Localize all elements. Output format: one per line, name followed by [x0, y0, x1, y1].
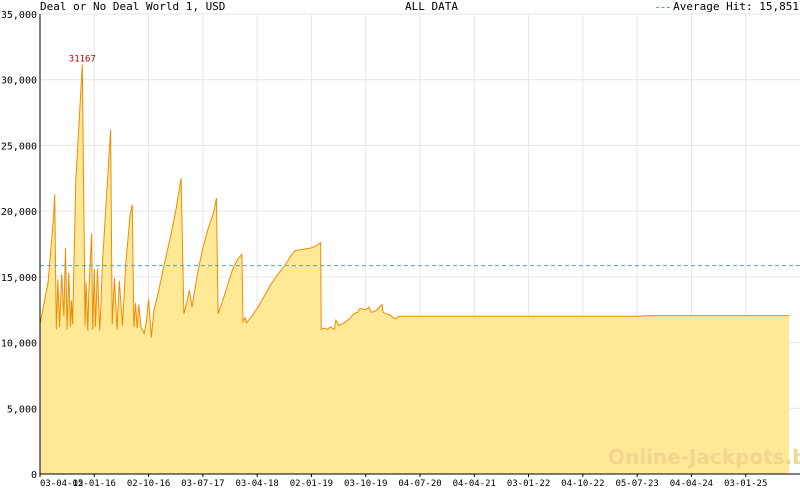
x-tick-label: 04-10-22 [561, 479, 604, 489]
x-tick-label: 02-01-16 [73, 479, 116, 489]
chart-svg: 0 5,000 10,000 15,000 20,000 25,000 30,000 35,0… [1, 10, 800, 489]
x-tick-label: 04-04-24 [670, 479, 713, 489]
x-tick-label: 03-04-18 [235, 479, 278, 489]
average-legend-swatch [656, 6, 671, 8]
average-legend-label: Average Hit: 15,851 [673, 0, 799, 13]
chart-title: Deal or No Deal World 1, USD [40, 0, 226, 13]
x-tick-label: 03-07-17 [181, 479, 224, 489]
y-tick-label: 35,000 [1, 10, 37, 21]
y-tick-label: 20,000 [1, 207, 37, 218]
y-tick-label: 0 [31, 470, 37, 481]
watermark: Online-Jackpots.biz [608, 445, 800, 469]
y-tick-label: 30,000 [1, 76, 37, 87]
x-tick-label: 03-01-22 [507, 479, 550, 489]
x-tick-label: 03-01-25 [724, 479, 767, 489]
y-tick-label: 25,000 [1, 141, 37, 152]
y-tick-label: 10,000 [1, 339, 37, 350]
x-tick-label: 04-07-20 [398, 479, 441, 489]
x-tick-label: 05-07-23 [615, 479, 658, 489]
x-tick-label: 02-01-19 [290, 479, 333, 489]
series-area [40, 64, 790, 475]
x-tick-label: 04-04-21 [453, 479, 496, 489]
chart-panel: 0 5,000 10,000 15,000 20,000 25,000 30,000 35,0… [0, 0, 800, 490]
average-legend: Average Hit: 15,851 [656, 0, 799, 14]
y-tick-label: 15,000 [1, 273, 37, 284]
y-tick-label: 5,000 [7, 404, 37, 415]
x-tick-label: 02-10-16 [127, 479, 170, 489]
x-tick-label: 03-10-19 [344, 479, 387, 489]
peak-label: 31167 [69, 54, 96, 64]
series-line [39, 64, 790, 338]
range-label: ALL DATA [405, 0, 458, 13]
